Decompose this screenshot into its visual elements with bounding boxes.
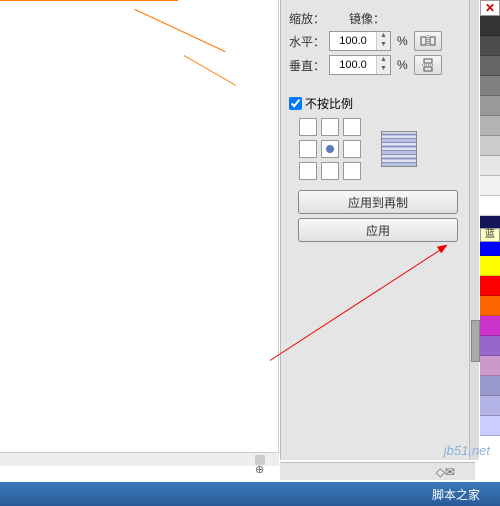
swatch[interactable]: [480, 416, 500, 436]
anchor-grid[interactable]: [299, 118, 361, 180]
swatch[interactable]: [480, 176, 500, 196]
swatch[interactable]: [480, 336, 500, 356]
swatch[interactable]: [480, 356, 500, 376]
mirror-label: 镜像：: [349, 10, 385, 27]
anchor-bc[interactable]: [321, 162, 339, 180]
mirror-v-button[interactable]: [414, 55, 442, 75]
panel-scrollbar[interactable]: [469, 0, 479, 460]
h-up[interactable]: ▲: [377, 32, 390, 41]
anchor-bl[interactable]: [299, 162, 317, 180]
canvas-area[interactable]: [0, 0, 279, 460]
v-up[interactable]: ▲: [377, 56, 390, 65]
anchor-tc[interactable]: [321, 118, 339, 136]
apply-to-duplicate-button[interactable]: 应用到再制: [298, 190, 458, 214]
swatch[interactable]: [480, 196, 500, 216]
guide-line: [0, 0, 178, 1]
status-bar: ◇✉: [280, 462, 475, 480]
swatch[interactable]: [480, 396, 500, 416]
h-scrollbar[interactable]: [0, 452, 279, 466]
anchor-br[interactable]: [343, 162, 361, 180]
swatch[interactable]: [480, 76, 500, 96]
h-down[interactable]: ▼: [377, 41, 390, 50]
anchor-preview[interactable]: [381, 131, 417, 167]
swatch[interactable]: [480, 276, 500, 296]
v-scale-input[interactable]: ▲▼: [329, 55, 391, 75]
anchor-mr[interactable]: [343, 140, 361, 158]
swatch[interactable]: [480, 136, 500, 156]
scale-label: 缩放：: [289, 10, 325, 27]
h-label: 水平：: [289, 33, 325, 50]
status-icons[interactable]: ◇✉: [436, 465, 455, 479]
anchor-tl[interactable]: [299, 118, 317, 136]
transform-panel: 缩放： 镜像： 水平： ▲▼ % 垂直： ▲▼ % 不按比例: [280, 0, 475, 460]
swatch[interactable]: [480, 96, 500, 116]
apply-button[interactable]: 应用: [298, 218, 458, 242]
swatch-tooltip: 蓝: [480, 228, 500, 242]
v-value[interactable]: [330, 59, 376, 71]
anchor-ml[interactable]: [299, 140, 317, 158]
pct: %: [397, 34, 408, 48]
close-icon[interactable]: ✕: [480, 0, 500, 16]
non-prop-check-input[interactable]: [289, 97, 302, 110]
footer-text: 脚本之家: [432, 486, 480, 503]
swatch[interactable]: [480, 36, 500, 56]
swatch[interactable]: [480, 56, 500, 76]
h-scale-input[interactable]: ▲▼: [329, 31, 391, 51]
non-proportional-checkbox[interactable]: 不按比例: [289, 95, 467, 112]
swatch[interactable]: [480, 376, 500, 396]
pct: %: [397, 58, 408, 72]
drawn-line-2: [184, 55, 236, 86]
anchor-tr[interactable]: [343, 118, 361, 136]
swatch[interactable]: [480, 316, 500, 336]
drawn-line-1: [134, 9, 225, 52]
non-prop-label: 不按比例: [305, 95, 353, 112]
swatch[interactable]: [480, 116, 500, 136]
v-down[interactable]: ▼: [377, 65, 390, 74]
zoom-icon[interactable]: ⊕: [255, 463, 264, 476]
swatch[interactable]: [480, 16, 500, 36]
footer-bar: 脚本之家: [0, 482, 500, 506]
swatch[interactable]: [480, 296, 500, 316]
h-value[interactable]: [330, 35, 376, 47]
anchor-center[interactable]: [321, 140, 339, 158]
swatch[interactable]: [480, 156, 500, 176]
mirror-h-button[interactable]: [414, 31, 442, 51]
swatch[interactable]: [480, 256, 500, 276]
watermark: jb51.net: [444, 443, 490, 458]
v-label: 垂直：: [289, 57, 325, 74]
